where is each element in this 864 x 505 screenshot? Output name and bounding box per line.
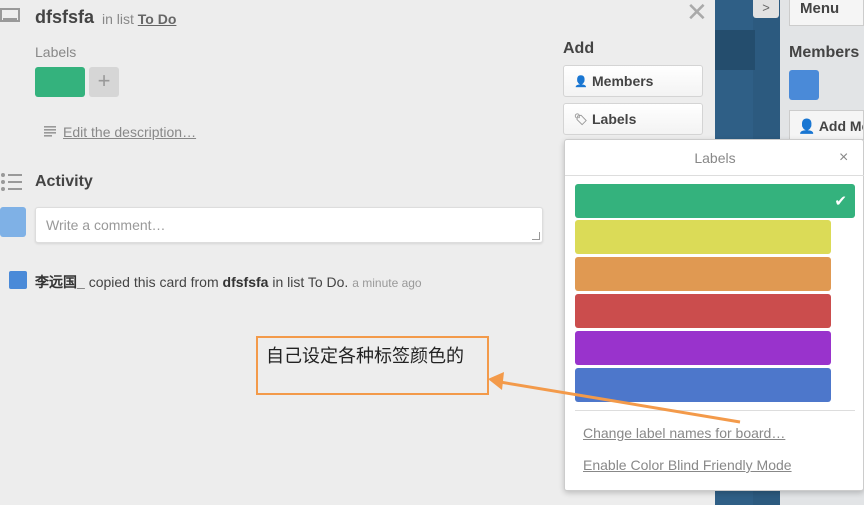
card-list-info: in list To Do [102, 11, 176, 27]
popover-title: Labels [565, 140, 864, 176]
board-member-avatar[interactable] [789, 70, 819, 100]
card-title[interactable]: dfsfsfa [35, 7, 94, 28]
comment-placeholder: Write a comment… [46, 217, 166, 233]
add-me-icon: 👤 [798, 118, 819, 134]
person-icon: 👤 [574, 76, 588, 88]
label-color-blue[interactable] [575, 368, 831, 402]
label-color-purple[interactable] [575, 331, 831, 365]
board-tab-toggle[interactable]: > [753, 0, 779, 18]
board-list-card [715, 30, 755, 70]
labels-popover: Labels × ✔ Change label names for board…… [564, 139, 864, 491]
checkmark-icon: ✔ [834, 193, 847, 210]
divider [575, 410, 855, 411]
current-user-avatar[interactable] [0, 207, 26, 237]
popover-close-icon[interactable]: × [839, 149, 848, 167]
add-heading: Add [563, 40, 595, 57]
board-menu-button[interactable]: Menu [789, 0, 864, 26]
tag-icon: 🏷 [574, 114, 588, 126]
labels-heading: Labels [35, 44, 77, 60]
label-color-red[interactable] [575, 294, 831, 328]
close-card-icon[interactable]: ✕ [686, 0, 708, 28]
labels-button-label: Labels [592, 111, 637, 127]
activity-user-name[interactable]: 李远国_ [35, 274, 85, 290]
annotation-box: 自己设定各种标签颜色的 [256, 336, 489, 395]
members-button-label: Members [592, 73, 654, 89]
color-blind-mode-link[interactable]: Enable Color Blind Friendly Mode [583, 457, 792, 473]
members-button[interactable]: 👤 Members [563, 65, 703, 97]
add-me-button[interactable]: 👤 Add Me [789, 110, 864, 140]
activity-list-text: in list To Do. [272, 274, 349, 290]
board-members-heading: Members [789, 44, 860, 61]
activity-text: copied this card from [88, 274, 219, 290]
activity-time[interactable]: a minute ago [352, 276, 421, 290]
label-color-orange[interactable] [575, 257, 831, 291]
activity-user-avatar[interactable] [9, 271, 27, 289]
resize-grip-icon[interactable] [532, 232, 540, 240]
in-list-prefix: in list [102, 11, 134, 27]
change-label-names-link[interactable]: Change label names for board… [583, 425, 785, 441]
annotation-text: 自己设定各种标签颜色的 [266, 346, 464, 367]
comment-input[interactable]: Write a comment… [35, 207, 543, 243]
add-label-button[interactable]: + [89, 67, 119, 97]
label-chip-green[interactable] [35, 67, 85, 97]
activity-heading: Activity [35, 173, 93, 190]
add-me-label: Add Me [818, 118, 863, 134]
activity-card-name[interactable]: dfsfsfa [223, 274, 269, 290]
list-link[interactable]: To Do [138, 11, 177, 27]
edit-description-link[interactable]: Edit the description… [63, 124, 196, 140]
label-color-yellow[interactable] [575, 220, 831, 254]
activity-icon [1, 173, 22, 191]
card-icon [0, 8, 20, 22]
activity-entry: 李远国_ copied this card from dfsfsfa in li… [35, 272, 422, 292]
labels-button[interactable]: 🏷 Labels [563, 103, 703, 135]
label-color-green[interactable]: ✔ [575, 184, 855, 218]
description-icon [44, 126, 56, 137]
